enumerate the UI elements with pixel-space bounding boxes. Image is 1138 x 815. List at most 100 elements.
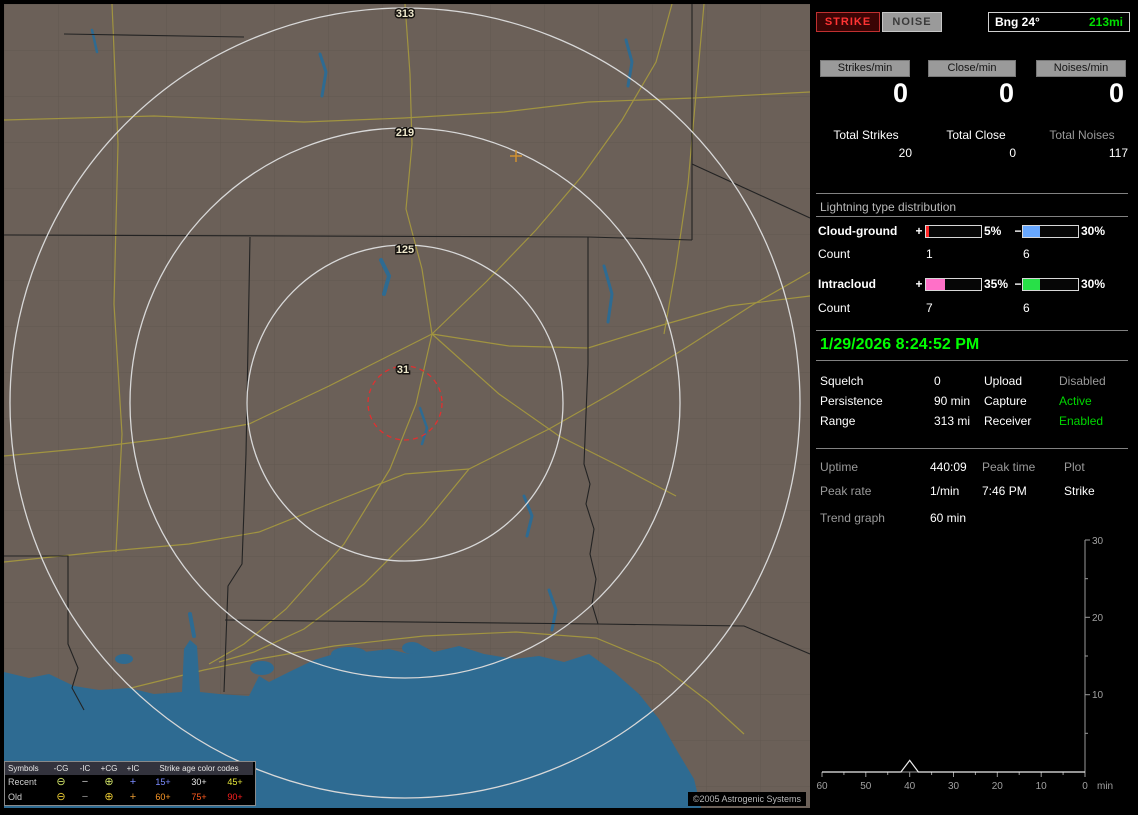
cloud-ground-neg-count: 6 [1023,247,1030,261]
legend-header-neg-cg: -CG [49,762,73,775]
plot-label: Plot [1064,460,1085,474]
strike-indicator[interactable]: STRIKE [816,12,880,32]
trend-graph-label: Trend graph [820,511,885,525]
upload-status: Disabled [1059,374,1106,388]
legend-old-pos-cg-icon: ⊕ [104,791,114,803]
intracloud-pos-bar [925,278,982,291]
y-tick-30: 30 [1092,536,1104,547]
cloud-ground-neg-bar [1022,225,1079,238]
side-panel: STRIKE NOISE Bng 24° 213mi Strikes/min C… [812,0,1138,812]
intracloud-pos-count: 7 [926,301,933,315]
x-tick-10: 10 [1036,781,1048,792]
divider [816,216,1128,217]
rate-label-noises[interactable]: Noises/min [1036,60,1126,77]
intracloud-neg-pct: 30% [1081,277,1106,291]
plus-sign: + [915,224,923,238]
legend-recent-pos-cg-icon: ⊕ [104,776,114,788]
plot-value: Strike [1064,484,1095,498]
rate-value-strikes: 0 [892,78,908,108]
peak-rate-label: Peak rate [820,484,872,498]
intracloud-neg-count: 6 [1023,301,1030,315]
rate-label-close[interactable]: Close/min [928,60,1016,77]
capture-status: Active [1059,394,1092,408]
app-window: { "map": { "rings": [ {"label": "313"}, … [0,0,1138,812]
cloud-ground-label: Cloud-ground [818,224,898,238]
trend-graph: 30 20 10 60 50 40 30 20 10 0 min [812,532,1138,812]
bar-fill [926,279,946,290]
capture-label: Capture [984,394,1027,408]
bar-fill [926,226,929,237]
divider [816,193,1128,194]
total-close-label: Total Close [946,128,1006,142]
x-tick-50: 50 [860,781,872,792]
total-close-value: 0 [1009,146,1016,160]
cloud-ground-pos-count: 1 [926,247,933,261]
legend-recent-neg-ic-icon: − [81,776,89,788]
bearing-distance: 213mi [1088,15,1123,29]
cloud-ground-pos-bar [925,225,982,238]
datetime-readout: 1/29/2026 8:24:52 PM [820,336,980,353]
receiver-label: Receiver [984,414,1032,428]
upload-label: Upload [984,374,1023,388]
noise-indicator[interactable]: NOISE [882,12,942,32]
legend-header-pos-cg: +CG [97,762,121,775]
x-tick-0: 0 [1082,781,1088,792]
rate-label-strikes[interactable]: Strikes/min [820,60,910,77]
legend-age-90: 90+ [227,792,243,802]
total-noises-label: Total Noises [1049,128,1115,142]
rate-value-close: 0 [998,78,1014,108]
bar-fill [1023,279,1040,290]
cloud-ground-pos-pct: 5% [984,224,1002,238]
total-noises-value: 117 [1108,146,1128,160]
range-label: Range [820,414,856,428]
legend-age-15: 15+ [155,777,171,787]
trend-line [822,759,1085,773]
y-tick-10: 10 [1092,690,1104,701]
uptime-value: 440:09 [930,460,967,474]
persistence-value: 90 min [934,394,971,408]
plus-sign: + [915,277,923,291]
legend-row-recent-label: Recent [8,777,37,787]
count-label: Count [818,247,851,261]
legend-age-30: 30+ [191,777,207,787]
bearing-readout: Bng 24° 213mi [988,12,1130,32]
squelch-value: 0 [934,374,941,388]
peak-time-label: Peak time [982,460,1036,474]
persistence-label: Persistence [820,394,883,408]
count-label: Count [818,301,851,315]
receiver-status: Enabled [1059,414,1104,428]
ring-label-219: 219 [396,127,414,139]
legend-age-45: 45+ [227,777,243,787]
x-tick-20: 20 [992,781,1004,792]
uptime-label: Uptime [820,460,859,474]
divider [816,448,1128,449]
x-tick-30: 30 [948,781,960,792]
bearing-label: Bng 24° [995,15,1040,29]
divider [816,330,1128,331]
total-strikes-label: Total Strikes [833,128,899,142]
legend-old-neg-ic-icon: − [81,791,89,803]
intracloud-pos-pct: 35% [984,277,1009,291]
legend-header-pos-ic: +IC [121,762,145,775]
legend-age-60: 60+ [155,792,171,802]
legend-recent-pos-ic-icon: + [129,776,137,788]
legend-header-neg-ic: -IC [73,762,97,775]
cloud-ground-neg-pct: 30% [1081,224,1106,238]
peak-time-value: 7:46 PM [982,484,1027,498]
ring-label-125: 125 [396,244,414,256]
legend-header-age: Strike age color codes [145,762,253,775]
legend-age-75: 75+ [191,792,207,802]
y-tick-20: 20 [1092,613,1104,624]
map-view[interactable]: 313 219 125 31 Symbols -CG -IC +CG +IC S… [4,4,810,808]
total-strikes-value: 20 [898,146,912,160]
legend-header-symbols: Symbols [5,762,49,775]
map-canvas: 313 219 125 31 [4,4,810,808]
intracloud-neg-bar [1022,278,1079,291]
divider [816,360,1128,361]
range-value: 313 mi [934,414,971,428]
legend-recent-neg-cg-icon: ⊖ [56,776,66,788]
distribution-title: Lightning type distribution [820,200,957,214]
rate-value-noises: 0 [1108,78,1124,108]
trend-window-value: 60 min [930,511,967,525]
x-tick-60: 60 [816,781,828,792]
